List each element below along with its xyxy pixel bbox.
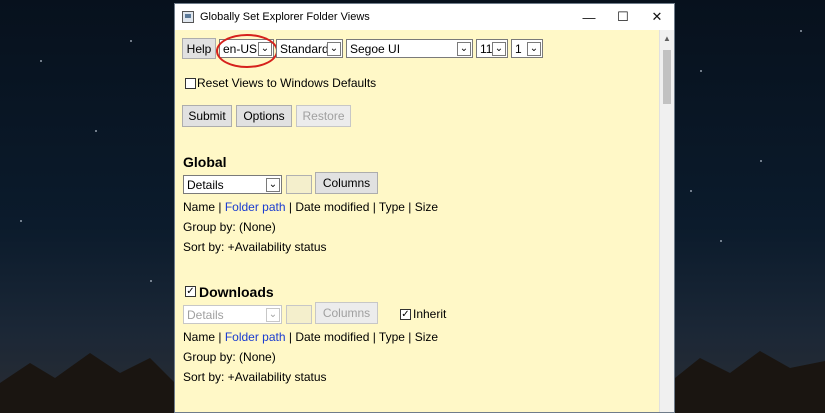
font-size-select[interactable]: 11 ⌄ xyxy=(476,39,508,58)
downloads-columns-button[interactable]: Columns xyxy=(315,302,378,324)
title-bar[interactable]: Globally Set Explorer Folder Views — ☐ ✕ xyxy=(175,4,674,30)
column-folder-path-link[interactable]: Folder path xyxy=(225,330,286,344)
reset-views-label: Reset Views to Windows Defaults xyxy=(197,76,377,90)
column-name: Name xyxy=(183,200,216,214)
language-select[interactable]: en-US ⌄ xyxy=(219,39,274,58)
downloads-view-value: Details xyxy=(187,307,224,322)
vertical-scrollbar[interactable]: ▲ xyxy=(659,30,674,412)
chevron-down-icon: ⌄ xyxy=(492,41,506,56)
downloads-checkbox[interactable]: ✓ xyxy=(185,286,196,297)
separator: | xyxy=(218,330,222,344)
mode-select[interactable]: Standard ⌄ xyxy=(276,39,343,58)
inherit-label: Inherit xyxy=(413,307,447,321)
reset-views-checkbox[interactable] xyxy=(185,78,196,89)
scroll-up-icon[interactable]: ▲ xyxy=(660,30,674,46)
column-name: Name xyxy=(183,330,216,344)
chevron-down-icon: ⌄ xyxy=(327,41,341,56)
global-sort-by: Sort by: +Availability status xyxy=(183,240,327,254)
downloads-columns-label: Columns xyxy=(322,306,371,320)
downloads-view-select[interactable]: Details ⌄ xyxy=(183,305,282,324)
chevron-down-icon: ⌄ xyxy=(457,41,471,56)
column-rest: | Date modified | Type | Size xyxy=(288,330,439,344)
global-columns-label: Columns xyxy=(322,176,371,190)
downloads-group-by: Group by: (None) xyxy=(183,350,276,364)
global-columns-line: Name | Folder path | Date modified | Typ… xyxy=(183,200,438,214)
downloads-heading: Downloads xyxy=(199,284,274,300)
downloads-extra-field[interactable] xyxy=(286,305,312,324)
chevron-down-icon: ⌄ xyxy=(266,177,280,192)
options-button[interactable]: Options xyxy=(236,105,292,127)
restore-button-label: Restore xyxy=(302,109,345,123)
chevron-down-icon: ⌄ xyxy=(258,41,272,56)
font-size-select-value: 11 xyxy=(480,41,492,56)
app-icon xyxy=(182,11,194,23)
help-button[interactable]: Help xyxy=(182,38,216,59)
mode-select-value: Standard xyxy=(280,41,327,56)
chevron-down-icon: ⌄ xyxy=(266,307,280,322)
scroll-thumb[interactable] xyxy=(663,50,671,104)
global-extra-field[interactable] xyxy=(286,175,312,194)
global-heading: Global xyxy=(183,154,227,170)
font-select-value: Segoe UI xyxy=(350,41,401,56)
inherit-checkbox[interactable]: ✓ xyxy=(400,309,411,320)
global-view-value: Details xyxy=(187,177,224,192)
number-select[interactable]: 1 ⌄ xyxy=(511,39,543,58)
app-window: Globally Set Explorer Folder Views — ☐ ✕… xyxy=(174,3,675,413)
submit-button-label: Submit xyxy=(188,109,226,123)
options-button-label: Options xyxy=(243,109,285,123)
number-select-value: 1 xyxy=(515,41,522,56)
maximize-icon[interactable]: ☐ xyxy=(606,4,640,30)
submit-button[interactable]: Submit xyxy=(182,105,232,127)
window-title: Globally Set Explorer Folder Views xyxy=(200,11,370,23)
column-rest: | Date modified | Type | Size xyxy=(288,200,439,214)
minimize-icon[interactable]: — xyxy=(572,4,606,30)
main-panel: Help en-US ⌄ Standard ⌄ Segoe UI ⌄ 11 ⌄ … xyxy=(175,30,674,412)
global-view-select[interactable]: Details ⌄ xyxy=(183,175,282,194)
downloads-sort-by: Sort by: +Availability status xyxy=(183,370,327,384)
close-icon[interactable]: ✕ xyxy=(640,4,674,30)
chevron-down-icon: ⌄ xyxy=(527,41,541,56)
help-button-label: Help xyxy=(186,41,212,56)
checkmark-icon: ✓ xyxy=(401,308,410,320)
checkmark-icon: ✓ xyxy=(186,285,195,297)
global-group-by: Group by: (None) xyxy=(183,220,276,234)
global-columns-button[interactable]: Columns xyxy=(315,172,378,194)
font-select[interactable]: Segoe UI ⌄ xyxy=(346,39,473,58)
downloads-columns-line: Name | Folder path | Date modified | Typ… xyxy=(183,330,438,344)
column-folder-path-link[interactable]: Folder path xyxy=(225,200,286,214)
language-select-value: en-US xyxy=(223,41,258,56)
restore-button[interactable]: Restore xyxy=(296,105,351,127)
separator: | xyxy=(218,200,222,214)
